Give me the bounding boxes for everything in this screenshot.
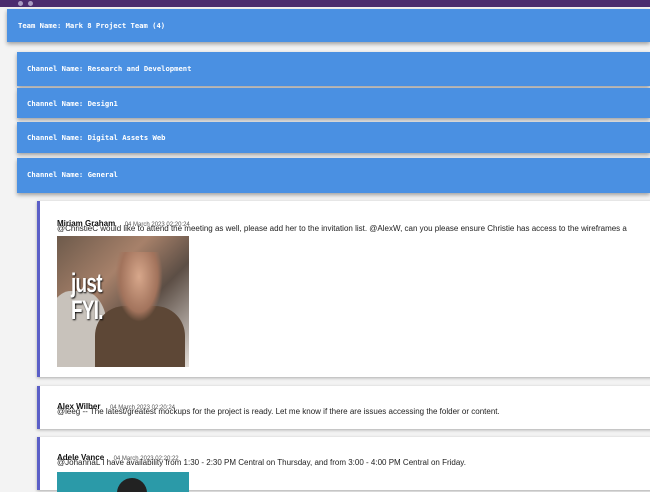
- channel-name-label: Channel Name: General: [27, 170, 118, 179]
- gif-caption-line: FYI.: [71, 295, 104, 325]
- message-text: @ChristieC would like to attend the meet…: [57, 224, 627, 233]
- gif-caption-line: just: [71, 268, 103, 298]
- message-text: @JohannaL I have availability from 1:30 …: [57, 458, 466, 467]
- message-card: Miriam Graham 04 March 2023 02:20:24 @Ch…: [37, 201, 650, 377]
- message-text: @leeg -- The latest/greatest mockups for…: [57, 407, 500, 416]
- channel-bar-design1[interactable]: Channel Name: Design1: [17, 88, 650, 118]
- gif-caption: just FYI.: [71, 268, 104, 325]
- message-gif-image[interactable]: just FYI.: [57, 236, 189, 367]
- circle-icon: [18, 1, 23, 6]
- channel-name-label: Channel Name: Research and Development: [27, 64, 192, 73]
- message-card: Adele Vance 04 March 2023 02:20:22 @Joha…: [37, 437, 650, 492]
- team-header-bar[interactable]: Team Name: Mark 8 Project Team (4): [7, 9, 650, 42]
- channel-bar-research-and-development[interactable]: Channel Name: Research and Development: [17, 52, 650, 86]
- channel-name-label: Channel Name: Design1: [27, 99, 118, 108]
- channel-bar-digital-assets-web[interactable]: Channel Name: Digital Assets Web: [17, 122, 650, 153]
- message-image[interactable]: [57, 472, 189, 492]
- channel-name-label: Channel Name: Digital Assets Web: [27, 133, 166, 142]
- gif-figure-shape: [115, 252, 163, 322]
- browser-top-strip: [0, 0, 650, 7]
- team-name-label: Team Name: Mark 8 Project Team (4): [18, 21, 166, 30]
- message-card: Alex Wilber 04 March 2023 02:20:24 @leeg…: [37, 386, 650, 429]
- circle-icon: [28, 1, 33, 6]
- channel-bar-general[interactable]: Channel Name: General: [17, 158, 650, 193]
